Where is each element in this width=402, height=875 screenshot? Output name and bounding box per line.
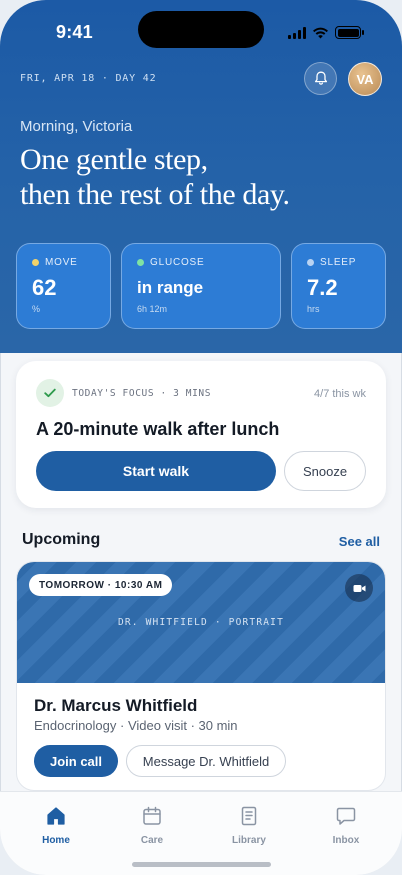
stat-card-move[interactable]: MOVE 62 % <box>16 243 111 329</box>
headline-line-1: One gentle step, <box>20 143 208 176</box>
appointment-card[interactable]: TOMORROW · 10:30 AM DR. WHITFIELD · PORT… <box>16 561 386 791</box>
stat-unit: 6h 12m <box>137 304 168 314</box>
snooze-button[interactable]: Snooze <box>284 451 366 491</box>
tab-home[interactable]: Home <box>16 806 96 846</box>
appointment-time-chip: TOMORROW · 10:30 AM <box>29 574 173 596</box>
doctor-portrait-placeholder: TOMORROW · 10:30 AM DR. WHITFIELD · PORT… <box>17 562 385 683</box>
tab-inbox[interactable]: Inbox <box>306 806 386 846</box>
stat-card-sleep[interactable]: SLEEP 7.2 hrs <box>291 243 386 329</box>
dynamic-island <box>138 11 264 48</box>
tab-library[interactable]: Library <box>209 806 289 846</box>
tab-label: Inbox <box>332 835 360 846</box>
move-status-dot <box>32 259 39 266</box>
hero-header: 9:41 FRI, APR 18 · DAY 42 VA Morning, Vi… <box>0 0 402 353</box>
focus-title: A 20-minute walk after lunch <box>36 419 280 439</box>
weekly-progress: 4/7 this wk <box>314 388 366 400</box>
stat-value: 7.2 <box>307 275 338 300</box>
focus-label: TODAY'S FOCUS · 3 MINS <box>72 388 212 399</box>
tab-label: Care <box>140 835 164 846</box>
book-icon <box>241 806 257 826</box>
headline-line-2: then the rest of the day. <box>20 178 290 211</box>
tab-label: Library <box>232 835 266 846</box>
stat-label: MOVE <box>45 257 78 268</box>
bottom-tab-bar: Home Care Library Inbox <box>0 791 402 875</box>
wifi-icon <box>313 27 328 39</box>
appointment-details: Endocrinology · Video visit · 30 min <box>34 718 238 733</box>
home-indicator[interactable] <box>132 862 271 867</box>
calendar-icon <box>143 806 161 825</box>
glucose-status-dot <box>137 259 144 266</box>
todays-focus-card: TODAY'S FOCUS · 3 MINS 4/7 this wk A 20-… <box>16 361 386 508</box>
cellular-signal-icon <box>288 27 306 39</box>
notifications-button[interactable] <box>304 62 337 95</box>
check-icon <box>36 379 64 407</box>
sleep-status-dot <box>307 259 314 266</box>
status-bar: 9:41 <box>0 0 402 60</box>
status-icons <box>288 25 364 39</box>
tab-label: Home <box>42 835 70 846</box>
date-day-line: FRI, APR 18 · DAY 42 <box>20 73 157 84</box>
doctor-name: Dr. Marcus Whitfield <box>34 696 198 715</box>
join-call-button[interactable]: Join call <box>34 745 118 777</box>
upcoming-heading: Upcoming <box>22 531 101 548</box>
greeting: Morning, Victoria <box>20 118 133 135</box>
bell-icon <box>314 71 327 85</box>
message-doctor-button[interactable]: Message Dr. Whitfield <box>126 745 286 777</box>
page-headline: One gentle step, then the rest of the da… <box>20 142 390 212</box>
status-time: 9:41 <box>56 22 93 42</box>
chat-bubble-icon <box>336 807 356 825</box>
stat-unit: % <box>32 304 41 314</box>
stat-card-glucose[interactable]: GLUCOSE in range 6h 12m <box>121 243 281 329</box>
see-all-link[interactable]: See all <box>339 534 380 549</box>
start-walk-button[interactable]: Start walk <box>36 451 276 491</box>
portrait-caption: DR. WHITFIELD · PORTRAIT <box>117 617 285 628</box>
stat-label: GLUCOSE <box>150 257 205 268</box>
home-icon <box>47 807 65 825</box>
profile-avatar[interactable]: VA <box>348 62 382 96</box>
stat-value: in range <box>137 278 204 297</box>
video-camera-icon[interactable] <box>345 574 373 602</box>
stat-value: 62 <box>32 275 57 300</box>
stat-unit: hrs <box>307 304 320 314</box>
stat-label: SLEEP <box>320 257 357 268</box>
tab-care[interactable]: Care <box>112 806 192 846</box>
battery-icon <box>335 26 364 39</box>
phone-screen: 9:41 FRI, APR 18 · DAY 42 VA Morning, Vi… <box>0 0 402 875</box>
